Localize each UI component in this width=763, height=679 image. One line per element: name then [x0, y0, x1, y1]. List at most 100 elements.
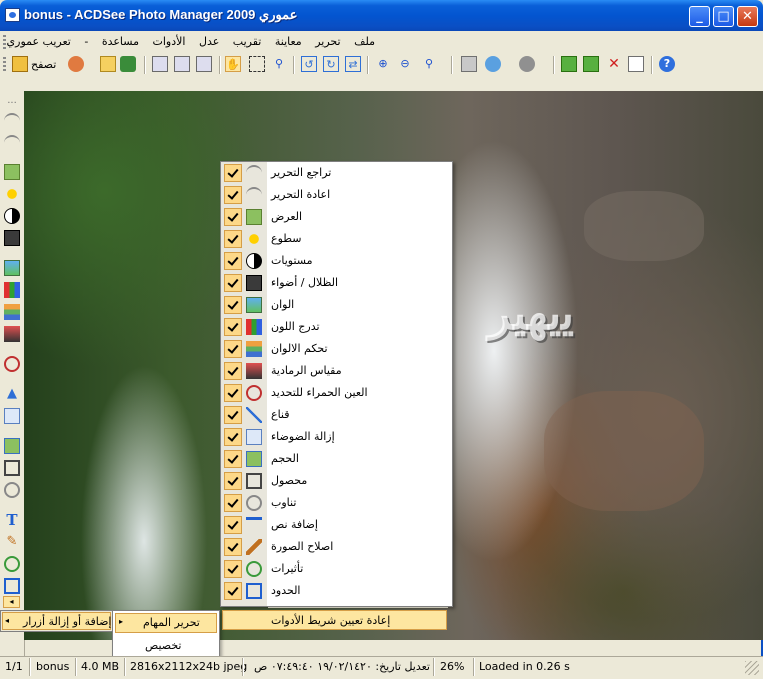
context-menu-item-brightness[interactable]: سطوع	[221, 228, 452, 250]
select-tool-icon[interactable]	[249, 56, 265, 72]
app-icon[interactable]	[5, 8, 20, 22]
context-menu-item-shadows-highlights[interactable]: الظلال / أضواء	[221, 272, 452, 294]
context-menu-item-noise-removal[interactable]: إزالة الضوضاء	[221, 426, 452, 448]
resize-grip[interactable]	[745, 661, 759, 675]
context-menu-item-exposure[interactable]: العرض	[221, 206, 452, 228]
check-icon	[224, 494, 242, 512]
refresh-icon[interactable]	[120, 56, 136, 72]
menu-view[interactable]: معاينة	[275, 35, 302, 48]
slideshow-icon[interactable]	[519, 56, 535, 72]
toolbar-grip[interactable]	[3, 57, 6, 73]
crop-icon[interactable]	[4, 460, 20, 476]
zoom-out-icon[interactable]: ⊖	[397, 56, 413, 72]
context-menu-item-undo[interactable]: تراجع التحرير	[221, 162, 452, 184]
check-icon	[224, 230, 242, 248]
context-menu-item-rotate[interactable]: تناوب	[221, 492, 452, 514]
reset-toolbar-item[interactable]: إعادة تعيين شريط الأدوات	[222, 610, 447, 630]
menu-zoom[interactable]: تقريب	[233, 35, 262, 48]
hand-tool-icon[interactable]: ✋	[225, 56, 241, 72]
open-folder-icon[interactable]	[100, 56, 116, 72]
panel-options-icon[interactable]: ◂	[3, 596, 20, 608]
context-menu-item-label: إزالة الضوضاء	[271, 430, 335, 443]
edit-tools-icon[interactable]	[68, 56, 84, 72]
exposure-icon	[246, 209, 262, 225]
borders-icon[interactable]	[4, 578, 20, 594]
check-icon	[224, 186, 242, 204]
check-icon	[224, 516, 242, 534]
effects-icon[interactable]	[4, 556, 20, 572]
context-menu-item-color[interactable]: الوان	[221, 294, 452, 316]
zoom-in-icon[interactable]: ⊕	[375, 56, 391, 72]
red-eye-icon[interactable]	[4, 356, 20, 372]
levels-icon[interactable]	[4, 208, 20, 224]
rotate-left-icon[interactable]: ↺	[301, 56, 317, 72]
menu-help[interactable]: مساعدة	[102, 35, 139, 48]
rock-shape	[544, 391, 704, 511]
context-menu-item-color-gradient[interactable]: تدرج اللون	[221, 316, 452, 338]
context-menu-item-repair[interactable]: اصلاح الصورة	[221, 536, 452, 558]
brightness-icon[interactable]	[4, 186, 20, 202]
context-menu-item-redo[interactable]: اعادة التحرير	[221, 184, 452, 206]
customize-item[interactable]: تخصيص	[145, 639, 182, 652]
context-menu-item-crop[interactable]: محصول	[221, 470, 452, 492]
print-icon[interactable]	[461, 56, 477, 72]
context-menu-item-sharpen-mask[interactable]: قناع	[221, 404, 452, 426]
undo-icon[interactable]	[4, 113, 20, 129]
next-image-icon[interactable]	[174, 56, 190, 72]
share-icon[interactable]	[485, 56, 501, 72]
shadows-highlights-icon[interactable]	[4, 230, 20, 246]
zoom-menu-icon[interactable]: ⚲	[421, 56, 437, 72]
repair-icon[interactable]: ✎	[4, 534, 20, 550]
help-icon[interactable]: ?	[659, 56, 675, 72]
color-control-icon[interactable]	[4, 304, 20, 320]
rotate-icon[interactable]	[4, 482, 20, 498]
watermark-text: ﯾﯾﮭﯿﺮ	[488, 286, 575, 340]
panel-grip-icon[interactable]: ···	[4, 98, 20, 114]
context-menu-item-red-eye[interactable]: العين الحمراء للتحديد	[221, 382, 452, 404]
noise-removal-icon[interactable]	[4, 408, 20, 424]
context-menu-item-levels[interactable]: مستويات	[221, 250, 452, 272]
text-icon[interactable]: T	[4, 512, 20, 528]
menu-tools[interactable]: الأدوات	[153, 35, 186, 48]
context-menu-item-color-control[interactable]: تحكم الالوان	[221, 338, 452, 360]
edit-tasks-item[interactable]: تحرير المهام	[143, 616, 200, 629]
redo-icon[interactable]	[4, 135, 20, 151]
sharpen-mask-icon[interactable]: ▲	[4, 386, 20, 402]
check-icon	[224, 428, 242, 446]
context-menu-item-text[interactable]: إضافة نص	[221, 514, 452, 536]
exposure-icon[interactable]	[4, 164, 20, 180]
check-icon	[224, 208, 242, 226]
context-menu-item-borders[interactable]: الحدود	[221, 580, 452, 602]
viewer-top-strip	[24, 78, 763, 91]
delete-icon[interactable]: ✕	[606, 56, 622, 72]
minimize-button[interactable]: _	[689, 6, 710, 27]
properties-icon[interactable]	[628, 56, 644, 72]
auto-advance-icon[interactable]	[196, 56, 212, 72]
move-to-icon[interactable]	[561, 56, 577, 72]
resize-icon[interactable]	[4, 438, 20, 454]
toolbar-separator	[367, 56, 369, 74]
context-menu-item-grayscale[interactable]: مقياس الرمادية	[221, 360, 452, 382]
maximize-button[interactable]: □	[713, 6, 734, 27]
menu-file[interactable]: ملف	[354, 35, 375, 48]
context-menu-item-effects[interactable]: تأثيرات	[221, 558, 452, 580]
menu-modify[interactable]: عدل	[199, 35, 219, 48]
browse-icon[interactable]	[12, 56, 28, 72]
menu-translation[interactable]: تعريب عموري	[7, 35, 71, 48]
grayscale-icon[interactable]	[4, 326, 20, 342]
context-menu-item-resize[interactable]: الحجم	[221, 448, 452, 470]
repair-icon	[246, 539, 262, 555]
color-gradient-icon[interactable]	[4, 282, 20, 298]
rotate-right-icon[interactable]: ↻	[323, 56, 339, 72]
previous-image-icon[interactable]	[152, 56, 168, 72]
copy-to-icon[interactable]	[583, 56, 599, 72]
browse-label[interactable]: تصفح	[31, 58, 56, 71]
menu-edit[interactable]: تحرير	[315, 35, 340, 48]
zoom-tool-icon[interactable]: ⚲	[271, 56, 287, 72]
flip-icon[interactable]: ⇄	[345, 56, 361, 72]
color-icon[interactable]	[4, 260, 20, 276]
context-menu-item-label: الظلال / أضواء	[271, 276, 338, 289]
toolbar-separator	[293, 56, 295, 74]
close-button[interactable]: ✕	[737, 6, 758, 27]
add-remove-buttons-item[interactable]: ◂ إضافة أو إزالة أزرار	[0, 610, 113, 632]
